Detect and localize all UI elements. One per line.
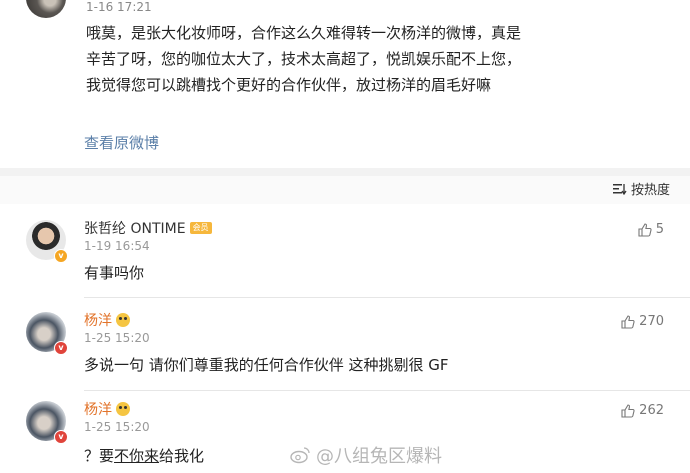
like-button[interactable]: 270 [621,314,664,329]
fan-emoji-icon [116,402,130,416]
watermark-text: @八组兔区爆料 [316,446,442,467]
like-count: 262 [639,403,664,418]
comment-text-suffix: 给我化 [159,447,205,465]
commenter-name-row: 杨洋 [84,310,130,330]
comment-text: ？要不你来给我化 [84,445,204,466]
comment-time: 1-25 15:20 [84,420,150,434]
thumbs-up-icon [621,314,635,329]
like-button[interactable]: 5 [638,222,664,237]
commenter-name[interactable]: 杨洋 [84,310,112,330]
commenter-name[interactable]: 杨洋 [84,399,112,419]
section-divider [0,168,690,176]
verified-badge-icon: v [54,249,68,263]
vip-badge: 会员 [189,222,212,234]
sort-bar: 按热度 [0,176,690,204]
sort-icon [612,183,627,195]
like-button[interactable]: 262 [621,403,664,418]
commenter-name-row: 张哲纶 ONTIME 会员 [84,218,212,238]
post-author-avatar[interactable] [26,0,66,18]
comment-text-underlined: 不你来 [114,447,160,465]
verified-badge-icon: v [54,341,68,355]
like-count: 270 [639,314,664,329]
comment-divider [84,297,690,298]
comment-text: 有事吗你 [84,264,145,282]
comment-time: 1-19 16:54 [84,239,150,253]
comment-divider [84,390,690,391]
comment-text: 多说一句 请你们尊重我的任何合作伙伴 这种挑剔很 GF [84,356,449,374]
commenter-name[interactable]: 张哲纶 ONTIME [84,218,186,238]
sort-by-hot-button[interactable]: 按热度 [612,179,670,198]
weibo-logo-icon [290,447,310,464]
original-post: 1-16 17:21 哦莫，是张大化妆师呀，合作这么久难得转一次杨洋的微博，真是… [0,0,690,168]
commenter-name-row: 杨洋 [84,399,130,419]
comment-time: 1-25 15:20 [84,331,150,345]
like-count: 5 [655,222,664,237]
view-original-link[interactable]: 查看原微博 [84,132,159,153]
comment-text-prefix: ？要 [84,447,115,465]
watermark: @八组兔区爆料 [290,442,442,468]
fan-emoji-icon [116,313,130,327]
post-text: 哦莫，是张大化妆师呀，合作这么久难得转一次杨洋的微博，真是辛苦了呀，您的咖位太大… [86,24,522,94]
post-time: 1-16 17:21 [86,0,152,14]
sort-label: 按热度 [630,183,670,198]
thumbs-up-icon [638,222,652,237]
verified-badge-icon: v [54,430,68,444]
thumbs-up-icon [621,403,635,418]
